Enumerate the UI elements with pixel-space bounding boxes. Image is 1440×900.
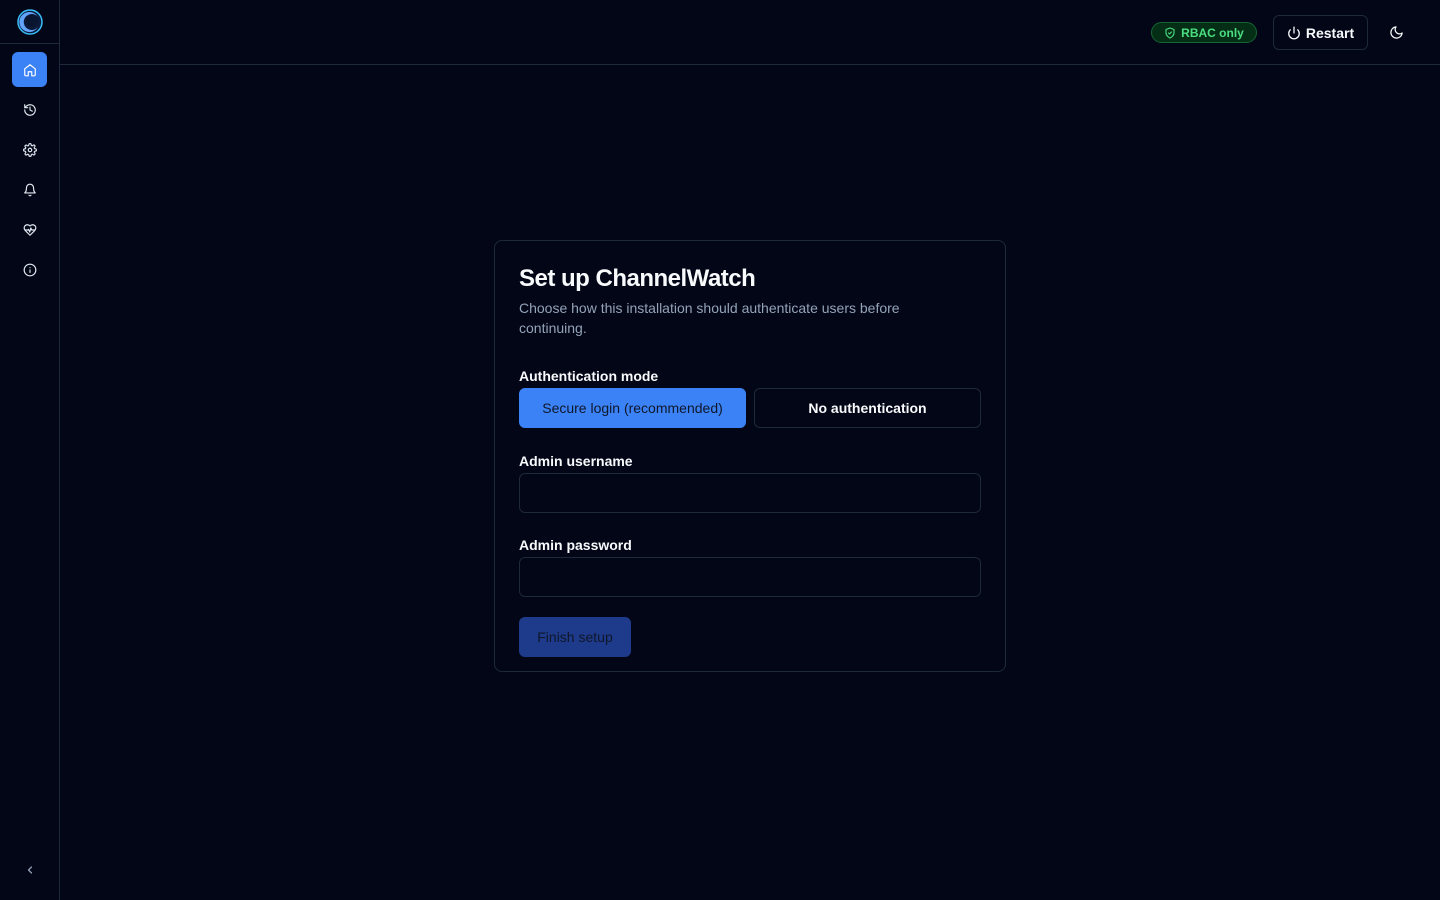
finish-setup-button[interactable]: Finish setup xyxy=(519,617,631,657)
sidebar-item-health[interactable] xyxy=(12,212,47,247)
home-icon xyxy=(23,63,36,76)
admin-password-label: Admin password xyxy=(519,537,632,553)
admin-password-input[interactable] xyxy=(519,557,981,597)
admin-username-input[interactable] xyxy=(519,473,981,513)
history-icon xyxy=(23,103,36,116)
badge-label: RBAC only xyxy=(1181,25,1244,40)
restart-button[interactable]: Restart xyxy=(1273,15,1368,50)
sidebar-nav xyxy=(0,44,59,287)
bell-icon xyxy=(23,183,36,196)
no-authentication-option[interactable]: No authentication xyxy=(754,388,981,428)
restart-label: Restart xyxy=(1305,24,1355,41)
app-logo-icon[interactable] xyxy=(16,8,44,36)
sidebar-collapse-button[interactable] xyxy=(20,860,40,880)
sidebar xyxy=(0,0,60,900)
power-icon xyxy=(1287,26,1300,39)
sidebar-item-home[interactable] xyxy=(12,52,47,87)
top-bar: RBAC only Restart xyxy=(60,0,1440,65)
page-title: Set up ChannelWatch xyxy=(519,265,756,292)
auth-mode-label: Authentication mode xyxy=(519,368,659,384)
shield-check-icon xyxy=(1165,26,1175,39)
moon-icon xyxy=(1390,26,1403,39)
secure-login-option[interactable]: Secure login (recommended) xyxy=(519,388,746,428)
chevron-left-icon xyxy=(27,866,33,874)
heart-pulse-icon xyxy=(23,223,36,236)
logo-area xyxy=(0,0,59,44)
setup-card: Set up ChannelWatch Choose how this inst… xyxy=(494,240,1006,672)
rbac-status-badge: RBAC only xyxy=(1151,22,1257,43)
gear-icon xyxy=(22,142,37,157)
admin-username-label: Admin username xyxy=(519,453,633,469)
setup-description: Choose how this installation should auth… xyxy=(519,300,900,336)
sidebar-item-settings[interactable] xyxy=(12,132,47,167)
sidebar-item-about[interactable] xyxy=(12,252,47,287)
auth-mode-selector: Secure login (recommended) No authentica… xyxy=(519,388,981,428)
theme-toggle-button[interactable] xyxy=(1379,15,1414,50)
info-icon xyxy=(23,263,36,276)
sidebar-item-notifications[interactable] xyxy=(12,172,47,207)
sidebar-item-history[interactable] xyxy=(12,92,47,127)
